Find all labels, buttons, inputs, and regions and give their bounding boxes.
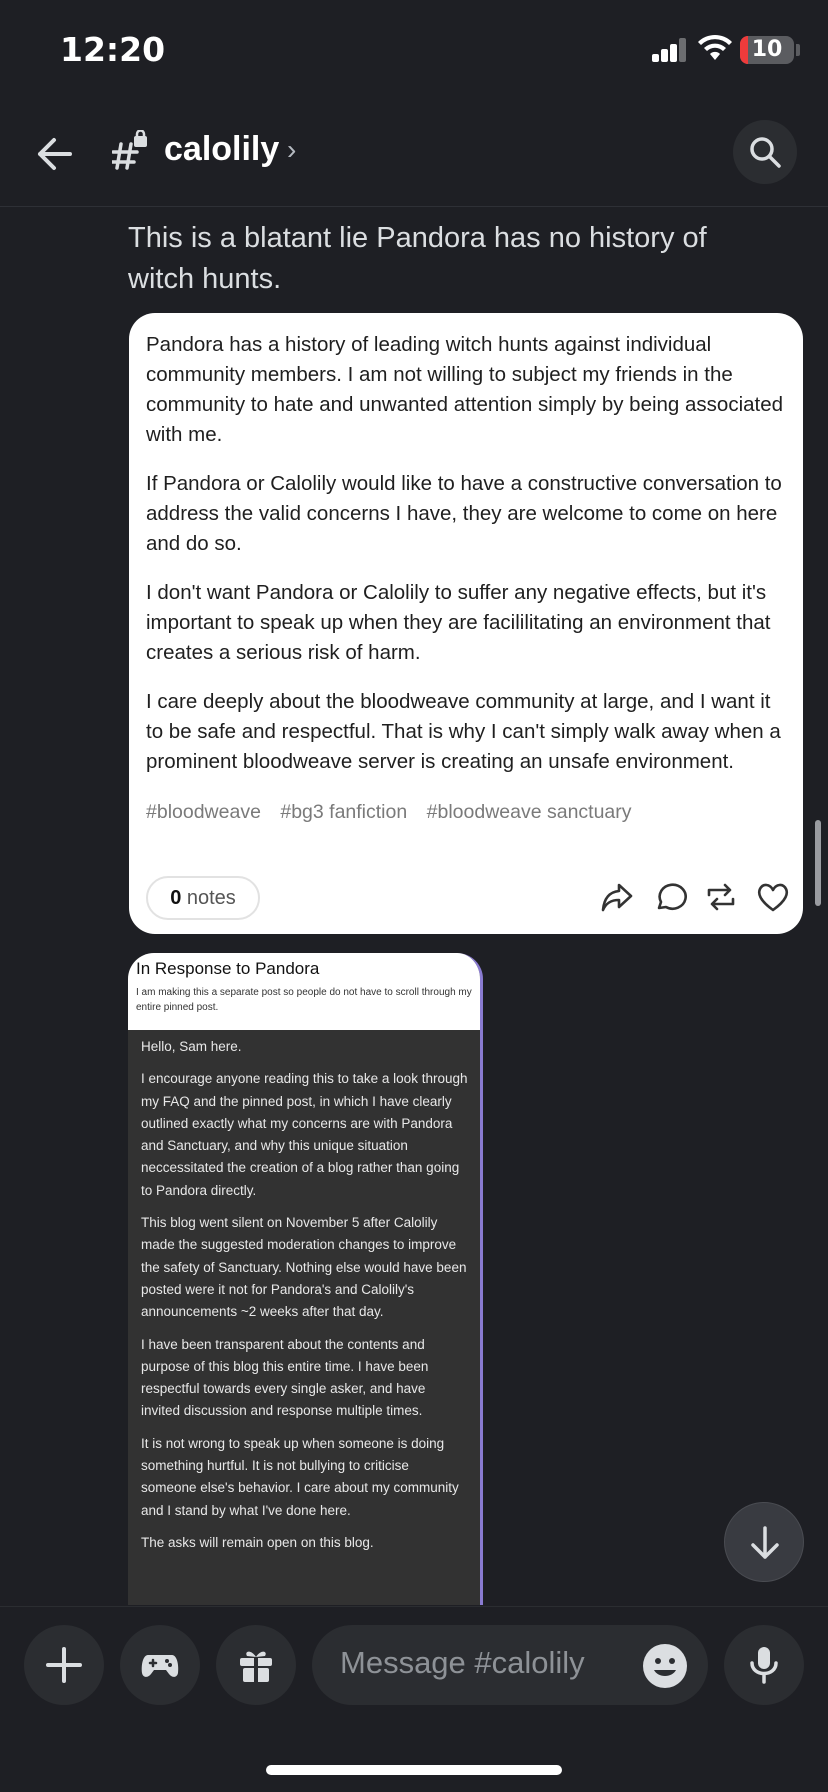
arrow-down-icon <box>751 1526 779 1559</box>
image-subtitle: I am making this a separate post so peop… <box>136 987 472 1013</box>
embedded-post-card[interactable]: Pandora has a history of leading witch h… <box>129 313 803 934</box>
scroll-indicator[interactable] <box>815 820 821 906</box>
signal-icon <box>652 38 688 62</box>
battery-icon: 10 <box>740 36 794 64</box>
image-paragraph: I encourage anyone reading this to take … <box>141 1071 468 1198</box>
search-button[interactable] <box>733 120 797 184</box>
image-paragraph: I have been transparent about the conten… <box>141 1336 429 1419</box>
post-paragraph: If Pandora or Calolily would like to hav… <box>146 472 782 555</box>
post-paragraph: I don't want Pandora or Calolily to suff… <box>146 581 771 664</box>
share-icon[interactable] <box>599 879 635 915</box>
notes-count: 0 <box>170 887 182 909</box>
voice-message-button[interactable] <box>724 1625 804 1705</box>
plus-icon <box>46 1647 82 1683</box>
gift-icon <box>240 1651 272 1682</box>
microphone-icon <box>750 1647 778 1684</box>
image-attachment[interactable]: In Response to Pandora I am making this … <box>128 953 483 1605</box>
image-header: In Response to Pandora I am making this … <box>128 953 480 1030</box>
chevron-right-icon[interactable]: › <box>287 134 296 166</box>
heart-icon[interactable] <box>755 879 791 915</box>
post-body: Pandora has a history of leading witch h… <box>146 330 792 796</box>
locked-hashtag-icon <box>112 130 147 170</box>
image-body: Hello, Sam here. I encourage anyone read… <box>128 1030 480 1554</box>
wifi-icon <box>698 34 732 60</box>
post-paragraph: Pandora has a history of leading witch h… <box>146 333 784 446</box>
arrow-left-icon <box>38 138 72 170</box>
notes-label: notes <box>186 887 236 909</box>
notes-button[interactable]: 0 notes <box>146 876 260 920</box>
jump-to-present-button[interactable] <box>724 1502 804 1582</box>
status-time: 12:20 <box>60 30 166 69</box>
message-placeholder: Message #calolily <box>340 1645 585 1680</box>
post-paragraph: I care deeply about the bloodweave commu… <box>146 690 781 773</box>
channel-header: calolily › <box>0 100 828 207</box>
battery-level: 10 <box>751 37 783 62</box>
back-button[interactable] <box>30 128 82 180</box>
message-text: This is a blatant lie Pandora has no his… <box>128 222 707 295</box>
image-paragraph: It is not wrong to speak up when someone… <box>141 1435 459 1518</box>
image-title: In Response to Pandora <box>136 959 320 978</box>
post-tags: #bloodweave #bg3 fanfiction #bloodweave … <box>146 801 646 824</box>
reply-icon[interactable] <box>651 879 687 915</box>
emoji-icon[interactable] <box>642 1643 688 1689</box>
tag[interactable]: #bloodweave sanctuary <box>427 801 632 823</box>
image-paragraph: Hello, Sam here. <box>141 1039 242 1054</box>
add-attachment-button[interactable] <box>24 1625 104 1705</box>
post-actions <box>599 879 799 919</box>
tag[interactable]: #bg3 fanfiction <box>280 801 407 823</box>
search-icon <box>750 137 781 168</box>
gift-button[interactable] <box>216 1625 296 1705</box>
gamepad-icon <box>141 1655 179 1677</box>
message-input[interactable]: Message #calolily <box>312 1625 708 1705</box>
channel-title[interactable]: calolily <box>164 130 279 169</box>
reblog-icon[interactable] <box>703 879 739 915</box>
status-bar: 12:20 10 <box>0 0 828 100</box>
home-indicator <box>266 1765 562 1775</box>
image-paragraph: This blog went silent on November 5 afte… <box>141 1215 467 1320</box>
activities-button[interactable] <box>120 1625 200 1705</box>
image-paragraph: The asks will remain open on this blog. <box>141 1534 374 1550</box>
tag[interactable]: #bloodweave <box>146 801 261 823</box>
